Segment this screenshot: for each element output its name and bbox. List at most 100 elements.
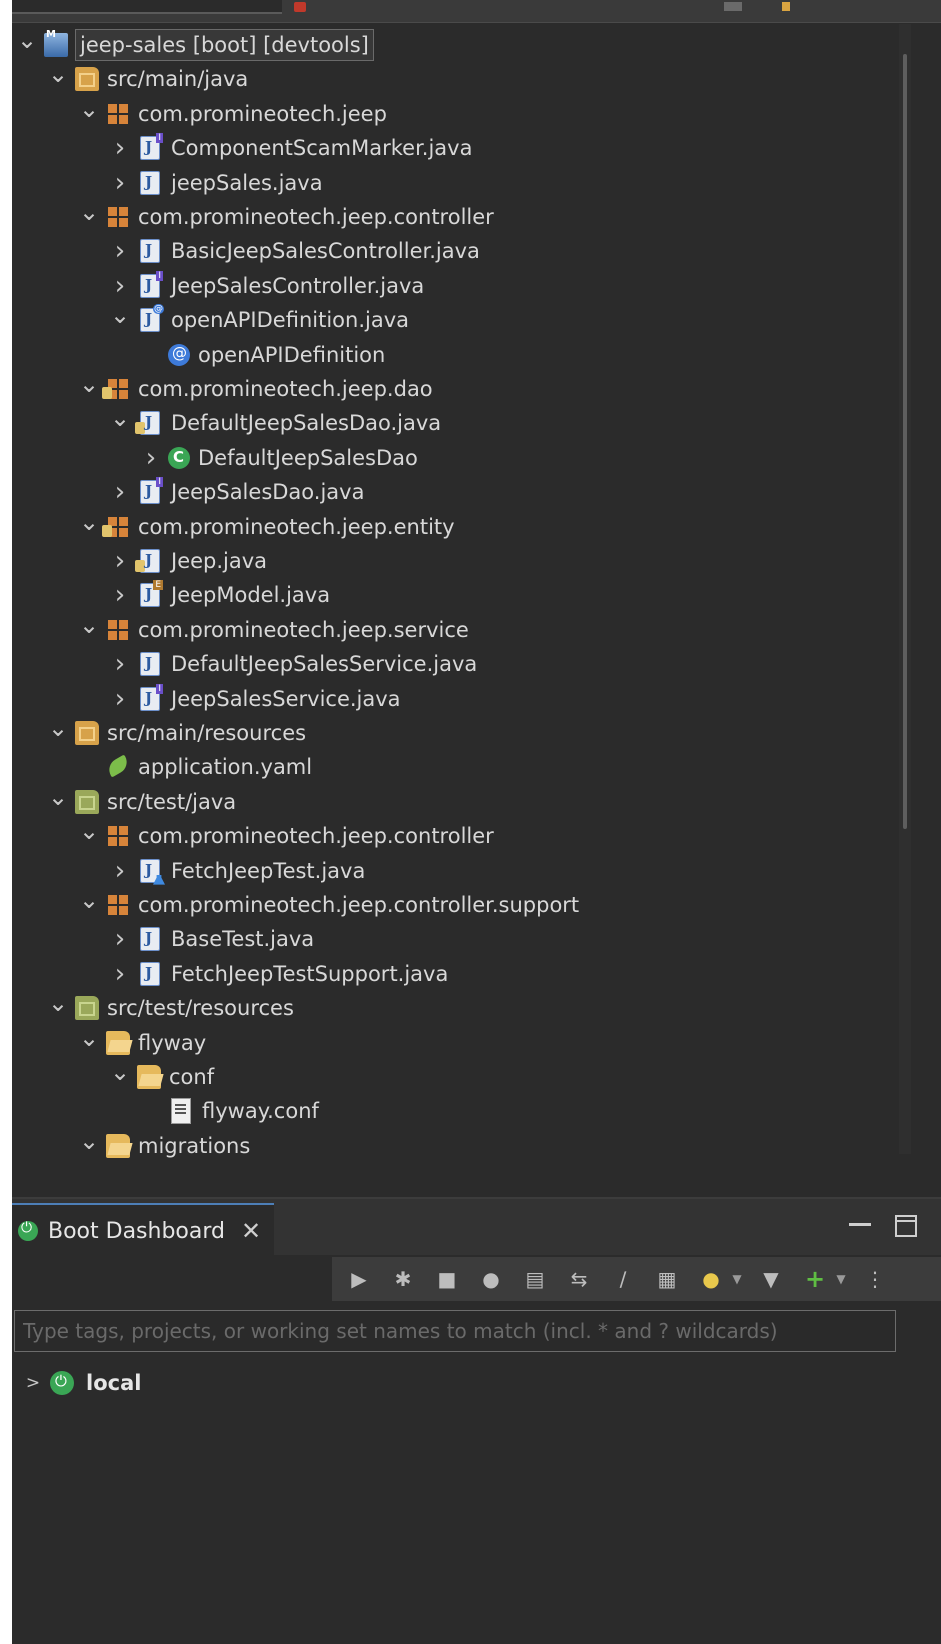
tree-item[interactable]: ⌄ flyway <box>12 1024 902 1060</box>
chevron-down-icon[interactable]: ⌄ <box>78 1127 100 1155</box>
filter-icon[interactable]: ▼ <box>754 1262 788 1296</box>
chevron-down-icon[interactable]: ⌄ <box>78 611 100 639</box>
tree-item[interactable]: › ComponentScamMarker.java <box>12 131 902 165</box>
chevron-down-icon[interactable]: ⌄ <box>78 95 100 123</box>
open-browser-icon[interactable]: ● <box>474 1262 508 1296</box>
tree-item[interactable]: ⌄ src/main/java <box>12 60 902 96</box>
tree-item[interactable]: ⌄ com.promineotech.jeep.controller <box>12 198 902 234</box>
tree-item[interactable]: › JeepSalesDao.java <box>12 475 902 509</box>
package-locked-icon <box>102 377 130 401</box>
bulb-icon[interactable]: ● <box>694 1262 728 1296</box>
tree-item[interactable]: › DefaultJeepSalesService.java <box>12 647 902 681</box>
minimize-icon[interactable] <box>849 1213 871 1226</box>
add-icon[interactable]: + <box>798 1262 832 1296</box>
chevron-down-icon[interactable]: ⌄ <box>109 404 131 432</box>
tree-item[interactable]: ⌄ jeep-sales [boot] [devtools] <box>12 26 896 62</box>
tree-item[interactable]: › JeepSalesService.java <box>12 682 902 716</box>
chevron-right-icon[interactable]: › <box>109 546 131 576</box>
tree-item[interactable]: ⌄ com.promineotech.jeep.controller <box>12 817 902 853</box>
package-icon <box>106 101 130 126</box>
tree-item[interactable]: ⌄ src/test/resources <box>12 989 902 1025</box>
chevron-right-icon[interactable]: › <box>109 133 131 163</box>
tree-item-label: FetchJeepTestSupport.java <box>171 961 449 986</box>
tree-item-label: BaseTest.java <box>171 927 315 952</box>
scrollbar-thumb[interactable] <box>903 54 907 829</box>
view-menu-icon[interactable] <box>724 2 742 11</box>
navigate-icon[interactable]: ⇆ <box>562 1262 596 1296</box>
add-menu-icon[interactable]: ▼ <box>834 1262 848 1296</box>
chevron-right-icon[interactable]: › <box>109 168 131 198</box>
tree-item[interactable]: › FetchJeepTest.java <box>12 854 902 888</box>
tree-item[interactable]: ⌄ com.promineotech.jeep.dao <box>12 370 902 406</box>
console-icon[interactable]: ▤ <box>518 1262 552 1296</box>
debug-restart-icon[interactable]: ✱ <box>386 1262 420 1296</box>
tree-item[interactable]: ⌄ com.promineotech.jeep.service <box>12 611 902 647</box>
chevron-down-icon[interactable]: ⌄ <box>78 508 100 536</box>
chevron-right-icon[interactable]: › <box>109 580 131 610</box>
tree-item[interactable]: openAPIDefinition <box>12 338 902 372</box>
properties-icon[interactable]: ▦ <box>650 1262 684 1296</box>
folder-open-icon <box>137 1065 161 1089</box>
chevron-right-icon[interactable]: › <box>109 959 131 989</box>
chevron-down-icon[interactable]: ⌄ <box>78 1024 100 1052</box>
package-locked-icon <box>102 514 130 539</box>
filter-input[interactable] <box>15 1311 895 1351</box>
tree-item[interactable]: application.yaml <box>12 750 902 784</box>
tree-item[interactable]: › BaseTest.java <box>12 922 902 956</box>
chevron-down-icon[interactable]: ⌄ <box>47 783 69 811</box>
chevron-down-icon[interactable]: ⌄ <box>109 1058 131 1086</box>
tree-item[interactable]: ⌄ DefaultJeepSalesDao.java <box>12 404 902 440</box>
editor-tab[interactable] <box>12 0 282 14</box>
tab-boot-dashboard[interactable]: Boot Dashboard ✕ <box>12 1203 274 1257</box>
stop-icon[interactable]: ■ <box>430 1262 464 1296</box>
chevron-right-icon[interactable]: › <box>109 649 131 679</box>
tree-item[interactable]: ⌄ com.promineotech.jeep.controller.suppor… <box>12 886 902 922</box>
chevron-down-icon[interactable]: ⌄ <box>78 817 100 845</box>
chevron-right-icon[interactable]: › <box>140 443 162 473</box>
tree-item[interactable]: ⌄ com.promineotech.jeep <box>12 95 902 131</box>
tree-item[interactable]: › Jeep.java <box>12 544 902 578</box>
tree-item[interactable]: ⌄ migrations <box>12 1127 902 1163</box>
chevron-down-icon[interactable]: ⌄ <box>78 886 100 914</box>
tree-item[interactable]: ⌄ src/test/java <box>12 783 902 819</box>
tree-item[interactable]: ⌄ conf <box>12 1058 902 1094</box>
chevron-right-icon[interactable]: › <box>109 271 131 301</box>
tree-item[interactable]: › JeepModel.java <box>12 578 902 612</box>
tree-item-label: com.promineotech.jeep.controller <box>138 205 494 229</box>
chevron-down-icon[interactable]: ⌄ <box>47 714 69 742</box>
chevron-right-icon[interactable]: › <box>109 684 131 714</box>
more-icon[interactable]: ⋮ <box>858 1262 892 1296</box>
local-target-row[interactable]: > local <box>22 1365 141 1401</box>
chevron-down-icon[interactable]: ⌄ <box>16 26 38 54</box>
close-icon[interactable]: ✕ <box>241 1217 261 1245</box>
tree-item[interactable]: › JeepSalesController.java <box>12 269 902 303</box>
chevron-down-icon[interactable]: ⌄ <box>78 198 100 226</box>
tree-item[interactable]: ⌄ com.promineotech.jeep.entity <box>12 508 902 544</box>
tree-item[interactable]: › BasicJeepSalesController.java <box>12 234 902 268</box>
tree-item[interactable]: › jeepSales.java <box>12 166 902 200</box>
tree-item[interactable]: ⌄ openAPIDefinition.java <box>12 301 902 337</box>
restart-icon[interactable]: ▶ <box>342 1262 376 1296</box>
java-interface-icon <box>140 133 164 161</box>
tree-item[interactable]: › FetchJeepTestSupport.java <box>12 957 902 991</box>
chevron-down-icon[interactable]: ⌄ <box>109 301 131 329</box>
chevron-right-icon[interactable]: › <box>109 477 131 507</box>
bulb-menu-icon[interactable]: ▼ <box>730 1262 744 1296</box>
tree-item-label: conf <box>169 1065 215 1089</box>
tree-item[interactable]: flyway.conf <box>12 1094 902 1128</box>
tree-item[interactable]: ⌄ src/main/resources <box>12 714 902 750</box>
chevron-right-icon[interactable]: > <box>22 1372 44 1394</box>
tree-item[interactable]: › DefaultJeepSalesDao <box>12 441 902 475</box>
chevron-right-icon[interactable]: › <box>109 236 131 266</box>
chevron-down-icon[interactable]: ⌄ <box>78 370 100 398</box>
vertical-scrollbar[interactable] <box>899 24 911 1154</box>
edit-icon[interactable]: ∕ <box>606 1262 640 1296</box>
package-icon <box>106 617 130 642</box>
maximize-icon[interactable] <box>895 1215 917 1237</box>
chevron-right-icon[interactable]: › <box>109 924 131 954</box>
bulb-icon[interactable] <box>782 2 790 11</box>
chevron-down-icon[interactable]: ⌄ <box>47 60 69 88</box>
chevron-down-icon[interactable]: ⌄ <box>47 989 69 1017</box>
chevron-right-icon[interactable]: › <box>109 856 131 886</box>
spring-leaf-icon <box>106 755 130 779</box>
